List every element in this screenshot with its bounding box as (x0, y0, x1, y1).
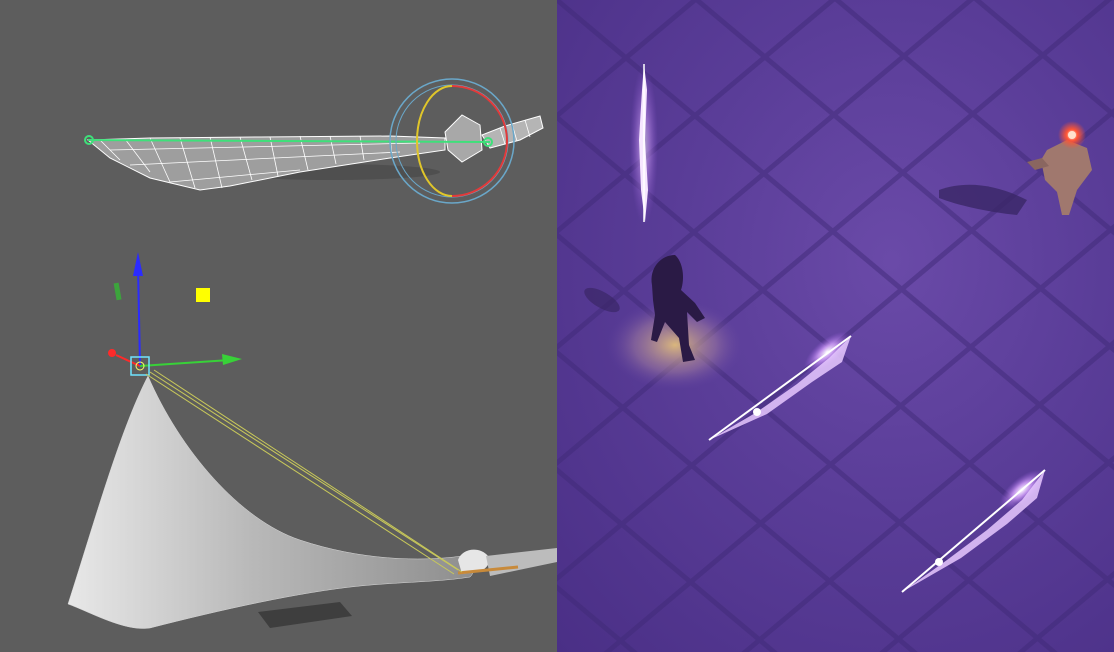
plane-handle-green[interactable] (113, 282, 122, 301)
cloth-surface (67, 375, 474, 629)
modeling-viewport[interactable] (0, 0, 557, 652)
sword-mesh[interactable] (84, 114, 544, 191)
viewport-canvas[interactable] (0, 0, 557, 652)
axis-y-line[interactable] (137, 264, 141, 367)
game-canvas (557, 0, 1114, 652)
cloth-mesh[interactable] (67, 375, 557, 629)
plane-handle-yellow[interactable] (196, 288, 210, 302)
axis-z-handle[interactable] (108, 349, 116, 357)
axis-y-arrow[interactable] (133, 252, 143, 276)
move-gizmo-icon[interactable] (108, 252, 242, 376)
axis-x-line[interactable] (139, 359, 231, 367)
game-render (557, 0, 1114, 652)
cloth-shadow (258, 602, 352, 628)
magic-sword-vertical (630, 64, 658, 225)
split-view (0, 0, 1114, 652)
sword-guard (444, 114, 483, 163)
cloth-tail (486, 548, 557, 576)
axis-x-arrow[interactable] (222, 354, 242, 365)
blade-surface (86, 135, 446, 191)
